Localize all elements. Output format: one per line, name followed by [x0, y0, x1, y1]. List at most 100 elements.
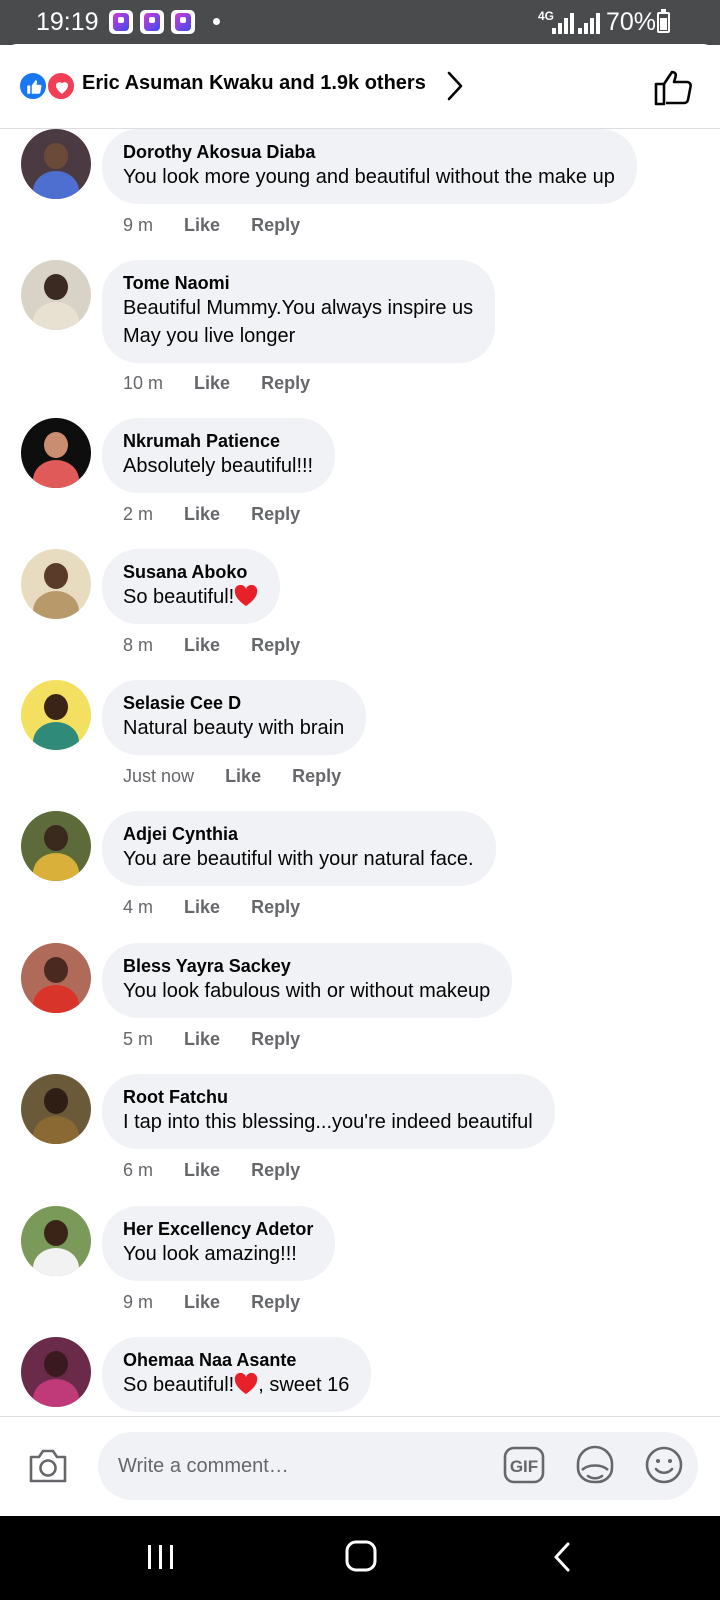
reply-button[interactable]: Reply — [251, 1160, 300, 1181]
back-icon[interactable] — [552, 1541, 572, 1578]
comment-actions: 9 m Like Reply — [123, 215, 326, 236]
comment-bubble[interactable]: Susana Aboko So beautiful! — [102, 549, 281, 624]
avatar[interactable] — [21, 129, 91, 199]
like-button[interactable]: Like — [184, 1160, 220, 1181]
avatar[interactable] — [21, 1337, 91, 1407]
comment-actions: 6 m Like Reply — [123, 1160, 326, 1181]
avatar[interactable] — [21, 260, 91, 330]
comment-time: 10 m — [123, 373, 164, 393]
comment-time: 2 m — [123, 504, 154, 524]
comment-author[interactable]: Ohemaa Naa Asante — [123, 1349, 349, 1371]
avatar[interactable] — [21, 1206, 91, 1276]
like-button[interactable]: Like — [184, 215, 220, 236]
comment-author[interactable]: Selasie Cee D — [123, 692, 344, 714]
comment-author[interactable]: Adjei Cynthia — [123, 823, 474, 845]
battery-percent: 70% — [606, 8, 657, 36]
comment-author[interactable]: Tome Naomi — [123, 272, 473, 294]
signal-icon — [552, 12, 578, 34]
avatar[interactable] — [21, 680, 91, 750]
comment-text-content: , sweet 16 — [258, 1374, 350, 1396]
thumbs-up-icon[interactable] — [654, 68, 694, 111]
status-bar: 19:19 4G 70% — [0, 0, 720, 45]
app-notification-icon — [140, 10, 164, 34]
reply-button[interactable]: Reply — [261, 373, 310, 394]
comment-text: I tap into this blessing...you're indeed… — [123, 1111, 533, 1133]
camera-icon[interactable] — [27, 1447, 69, 1490]
comment-bubble[interactable]: Ohemaa Naa Asante So beautiful! , sweet 1… — [102, 1337, 372, 1412]
avatar[interactable] — [21, 418, 91, 488]
comment-actions: 10 m Like Reply — [123, 373, 336, 394]
home-icon[interactable] — [345, 1540, 377, 1577]
comment-author[interactable]: Her Excellency Adetor — [123, 1218, 313, 1240]
comment-author[interactable]: Dorothy Akosua Diaba — [123, 141, 615, 163]
comment-author[interactable]: Root Fatchu — [123, 1086, 533, 1108]
avatar[interactable] — [21, 1074, 91, 1144]
recents-icon[interactable] — [146, 1543, 176, 1576]
comment-author[interactable]: Bless Yayra Sackey — [123, 955, 490, 977]
comment-bubble[interactable]: Selasie Cee D Natural beauty with brain — [102, 680, 367, 755]
comment-bubble[interactable]: Adjei Cynthia You are beautiful with you… — [102, 811, 496, 886]
reply-button[interactable]: Reply — [251, 215, 300, 236]
comment-list: Dorothy Akosua Diaba You look more young… — [0, 129, 720, 1416]
chevron-right-icon[interactable] — [447, 71, 463, 106]
app-notification-icon — [109, 10, 133, 34]
comment-text: So beautiful! , sweet 16 — [123, 1371, 349, 1399]
comment-text: So beautiful! — [123, 583, 258, 611]
avatar[interactable] — [21, 549, 91, 619]
comment-time: 9 m — [123, 215, 154, 235]
comment-bubble[interactable]: Nkrumah Patience Absolutely beautiful!!! — [102, 418, 336, 493]
comment-bubble[interactable]: Her Excellency Adetor You look amazing!!… — [102, 1206, 336, 1281]
comment-bubble[interactable]: Root Fatchu I tap into this blessing...y… — [102, 1074, 555, 1149]
comment-text: You look amazing!!! — [123, 1243, 297, 1265]
emoji-icon[interactable] — [644, 1445, 684, 1490]
comment-actions: 8 m Like Reply — [123, 635, 326, 656]
avatar[interactable] — [21, 943, 91, 1013]
comment-time: 8 m — [123, 635, 154, 655]
comment-time: 4 m — [123, 897, 154, 917]
like-button[interactable]: Like — [184, 1029, 220, 1050]
reply-button[interactable]: Reply — [251, 1029, 300, 1050]
status-time: 19:19 — [36, 8, 99, 36]
comment-author[interactable]: Susana Aboko — [123, 561, 258, 583]
battery-icon — [657, 9, 670, 33]
like-reaction-icon — [18, 71, 48, 101]
comment-actions: 2 m Like Reply — [123, 504, 326, 525]
gif-label: GIF — [510, 1457, 538, 1476]
reply-button[interactable]: Reply — [292, 766, 341, 787]
like-button[interactable]: Like — [184, 1292, 220, 1313]
comment-bubble[interactable]: Bless Yayra Sackey You look fabulous wit… — [102, 943, 513, 1018]
comment-bubble[interactable]: Tome Naomi Beautiful Mummy.You always in… — [102, 260, 496, 363]
reply-button[interactable]: Reply — [251, 897, 300, 918]
comment-time: Just now — [123, 766, 195, 786]
comment-bubble[interactable]: Dorothy Akosua Diaba You look more young… — [102, 129, 637, 204]
like-button[interactable]: Like — [184, 897, 220, 918]
comment-time: 5 m — [123, 1029, 154, 1049]
heart-emoji-icon — [234, 585, 258, 606]
avatar[interactable] — [21, 811, 91, 881]
comment-actions: Just now Like Reply — [123, 766, 367, 787]
gif-icon[interactable]: GIF — [503, 1446, 545, 1489]
comment-text-content: So beautiful! — [123, 1374, 235, 1396]
comment-actions: 5 m Like Reply — [123, 1029, 326, 1050]
sticker-icon[interactable] — [574, 1444, 616, 1491]
comment-time: 6 m — [123, 1160, 154, 1180]
like-button[interactable]: Like — [184, 635, 220, 656]
reactions-header[interactable]: Eric Asuman Kwaku and 1.9k others — [0, 44, 720, 129]
comment-text: Absolutely beautiful!!! — [123, 455, 314, 477]
like-button[interactable]: Like — [194, 373, 230, 394]
comment-text: Natural beauty with brain — [123, 717, 345, 739]
comment-composer: GIF — [0, 1416, 720, 1516]
like-button[interactable]: Like — [225, 766, 261, 787]
comment-author[interactable]: Nkrumah Patience — [123, 430, 313, 452]
comment-text: You are beautiful with your natural face… — [123, 848, 474, 870]
reactions-summary[interactable]: Eric Asuman Kwaku and 1.9k others — [82, 72, 426, 95]
like-button[interactable]: Like — [184, 504, 220, 525]
comment-text: You look fabulous with or without makeup — [123, 980, 491, 1002]
comment-text: You look more young and beautiful withou… — [123, 166, 615, 188]
reply-button[interactable]: Reply — [251, 504, 300, 525]
reply-button[interactable]: Reply — [251, 1292, 300, 1313]
comment-text: Beautiful Mummy.You always inspire us — [123, 297, 474, 319]
heart-emoji-icon — [234, 1373, 258, 1394]
comment-actions: 4 m Like Reply — [123, 897, 326, 918]
reply-button[interactable]: Reply — [251, 635, 300, 656]
